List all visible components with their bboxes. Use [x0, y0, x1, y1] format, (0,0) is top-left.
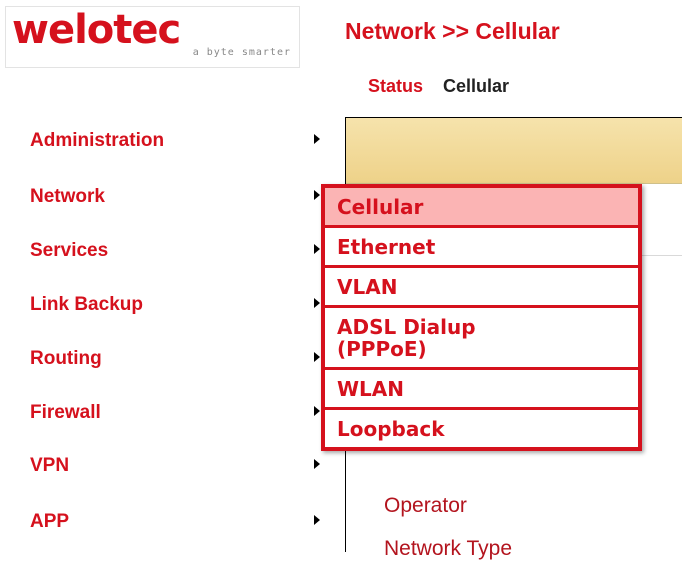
logo-tagline: a byte smarter: [192, 47, 291, 58]
operator-link[interactable]: Operator: [384, 494, 467, 518]
sidebar-item-firewall[interactable]: Firewall: [30, 402, 330, 432]
tab-bar: Status Cellular: [368, 76, 509, 97]
tab-status[interactable]: Status: [368, 76, 423, 97]
chevron-right-icon: [314, 352, 320, 362]
sidebar-item-label: VPN: [30, 455, 70, 476]
sidebar-item-network[interactable]: Network: [30, 186, 330, 216]
chevron-right-icon: [314, 459, 320, 469]
sidebar-item-label: Administration: [30, 130, 165, 151]
logo-brand: welotec: [12, 7, 181, 53]
submenu-item-label: (PPPoE): [337, 337, 427, 361]
sidebar-item-label: Firewall: [30, 402, 101, 423]
sidebar-item-link-backup[interactable]: Link Backup: [30, 294, 330, 324]
logo: welotec a byte smarter: [5, 6, 300, 68]
sidebar-item-administration[interactable]: Administration: [30, 130, 330, 160]
sidebar-item-label: Routing: [30, 348, 102, 369]
sidebar-item-services[interactable]: Services: [30, 240, 330, 270]
tab-cellular[interactable]: Cellular: [443, 76, 509, 97]
submenu-item-loopback[interactable]: Loopback: [323, 408, 640, 449]
submenu-item-adsl-dialup[interactable]: ADSL Dialup (PPPoE): [323, 306, 640, 369]
sidebar-item-label: APP: [30, 511, 70, 532]
chevron-right-icon: [314, 190, 320, 200]
chevron-right-icon: [314, 515, 320, 525]
chevron-right-icon: [314, 298, 320, 308]
sidebar-item-label: Link Backup: [30, 294, 143, 315]
sidebar-item-label: Services: [30, 240, 109, 261]
sidebar-item-app[interactable]: APP: [30, 511, 330, 541]
submenu-item-wlan[interactable]: WLAN: [323, 368, 640, 409]
submenu-item-label: ADSL Dialup: [337, 315, 476, 339]
content-header-bar: [346, 118, 682, 184]
submenu-item-ethernet[interactable]: Ethernet: [323, 226, 640, 267]
page-title: Network >> Cellular: [345, 18, 560, 44]
chevron-right-icon: [314, 134, 320, 144]
chevron-right-icon: [314, 244, 320, 254]
network-submenu: Cellular Ethernet VLAN ADSL Dialup (PPPo…: [321, 184, 642, 451]
chevron-right-icon: [314, 406, 320, 416]
submenu-item-cellular[interactable]: Cellular: [323, 186, 640, 227]
sidebar-item-routing[interactable]: Routing: [30, 348, 330, 378]
sidebar-item-vpn[interactable]: VPN: [30, 455, 330, 485]
sidebar-item-label: Network: [30, 186, 105, 207]
submenu-item-vlan[interactable]: VLAN: [323, 266, 640, 307]
network-type-link[interactable]: Network Type: [384, 537, 512, 561]
